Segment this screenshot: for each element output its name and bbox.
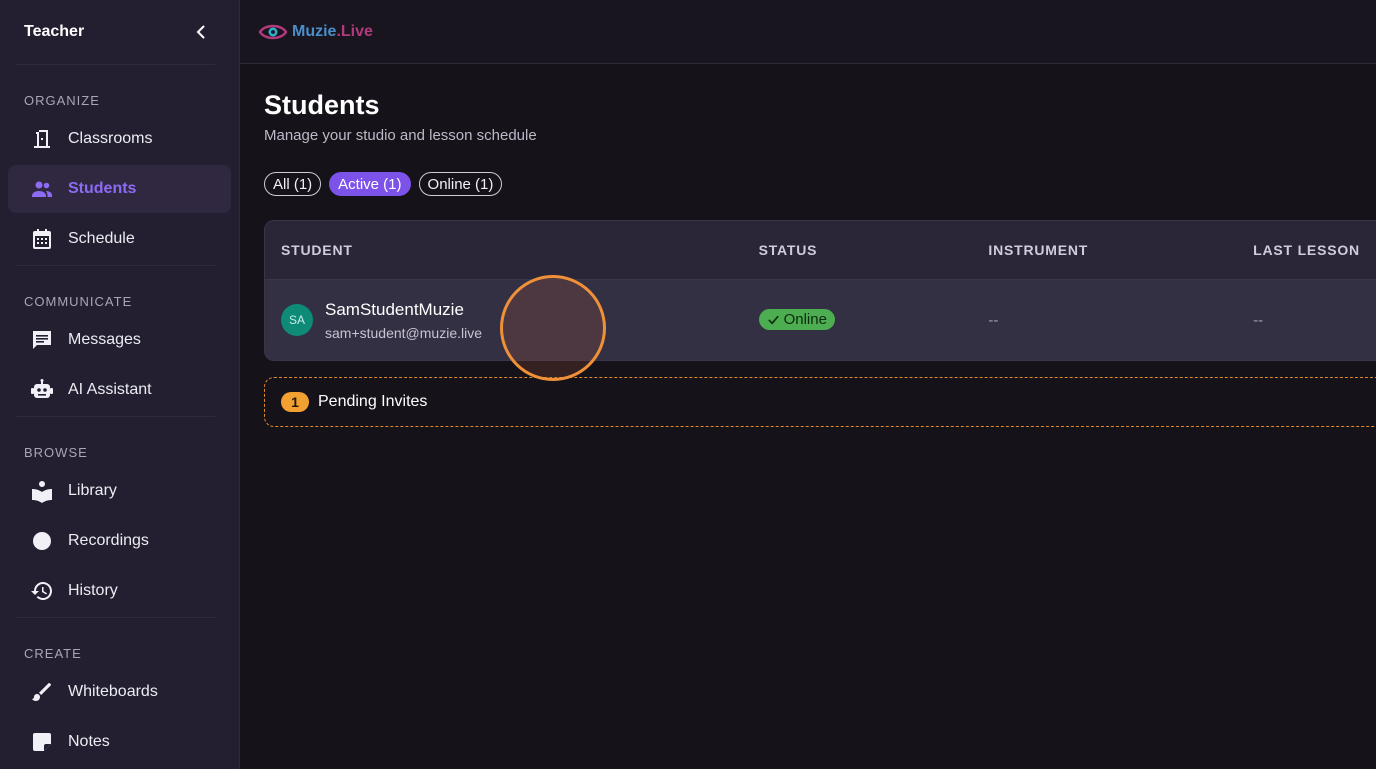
student-cell: SA SamStudentMuzie sam+student@muzie.liv…: [265, 300, 759, 341]
sidebar-item-label: Classrooms: [68, 130, 153, 147]
student-name: SamStudentMuzie: [325, 299, 464, 319]
sidebar-item-ai-assistant[interactable]: AI Assistant: [8, 366, 231, 414]
sidebar-item-label: Students: [68, 180, 137, 197]
brush-icon: [28, 680, 56, 704]
column-header-student[interactable]: STUDENT: [265, 242, 759, 258]
history-icon: [28, 579, 56, 603]
sidebar-item-schedule[interactable]: Schedule: [8, 215, 231, 263]
status-label: Online: [783, 311, 827, 328]
section-title-create: CREATE: [24, 646, 82, 661]
sidebar-item-label: Whiteboards: [68, 683, 158, 700]
instrument-cell: --: [988, 311, 999, 329]
filter-chip-active[interactable]: Active (1): [329, 172, 411, 196]
section-title-organize: ORGANIZE: [24, 93, 100, 108]
message-icon: [28, 328, 56, 352]
page-subtitle: Manage your studio and lesson schedule: [264, 127, 537, 144]
sidebar-item-label: History: [68, 582, 118, 599]
check-icon: [767, 315, 779, 325]
column-header-instrument[interactable]: INSTRUMENT: [988, 242, 1253, 258]
record-icon: [28, 529, 56, 553]
sidebar-item-recordings[interactable]: Recordings: [8, 517, 231, 565]
pending-count-badge: 1: [281, 392, 309, 412]
filter-chip-all[interactable]: All (1): [264, 172, 322, 196]
status-badge: Online: [758, 309, 835, 330]
note-icon: [28, 730, 56, 754]
book-icon: [28, 479, 56, 503]
main-content: Students Manage your studio and lesson s…: [264, 64, 1376, 427]
chevron-left-icon: [196, 25, 205, 39]
logo-text: Muzie.Live: [292, 22, 373, 40]
sidebar-item-classrooms[interactable]: Classrooms: [8, 115, 231, 163]
sidebar-item-students[interactable]: Students: [8, 165, 231, 213]
pending-invites-label: Pending Invites: [318, 393, 428, 410]
sidebar-item-label: Library: [68, 482, 117, 499]
top-bar: Muzie.Live: [240, 0, 1376, 64]
sidebar-item-label: Recordings: [68, 532, 149, 549]
table-header: STUDENT STATUS INSTRUMENT LAST LESSON: [265, 221, 1376, 280]
sidebar-title: Teacher: [24, 23, 85, 40]
avatar: SA: [281, 304, 313, 336]
sidebar-item-history[interactable]: History: [8, 567, 231, 615]
sidebar-item-label: Notes: [68, 733, 110, 750]
section-title-browse: BROWSE: [24, 445, 88, 460]
sidebar-item-label: Schedule: [68, 230, 135, 247]
student-email: sam+student@muzie.live: [325, 324, 483, 341]
eye-logo-icon: [258, 24, 288, 39]
calendar-icon: [28, 227, 56, 251]
last-lesson-cell: --: [1253, 311, 1264, 329]
status-cell: Online: [758, 309, 989, 331]
page-title: Students: [264, 90, 380, 120]
sidebar-item-label: Messages: [68, 331, 141, 348]
people-icon: [28, 177, 56, 201]
sidebar-item-whiteboards[interactable]: Whiteboards: [8, 668, 231, 716]
sidebar-item-library[interactable]: Library: [8, 467, 231, 515]
column-header-last-lesson[interactable]: LAST LESSON: [1253, 242, 1376, 258]
sidebar-header: Teacher: [0, 0, 239, 64]
student-info: SamStudentMuzie sam+student@muzie.live: [325, 300, 482, 341]
robot-icon: [28, 378, 56, 402]
section-title-communicate: COMMUNICATE: [24, 294, 133, 309]
sidebar: Teacher ORGANIZE Classrooms Students Sch…: [0, 0, 240, 769]
students-table: STUDENT STATUS INSTRUMENT LAST LESSON SA…: [264, 220, 1376, 361]
muzie-logo[interactable]: Muzie.Live: [258, 22, 373, 42]
column-header-status[interactable]: STATUS: [759, 242, 989, 258]
collapse-sidebar-button[interactable]: [191, 22, 211, 42]
pending-invites-panel[interactable]: 1 Pending Invites: [264, 377, 1376, 427]
sidebar-item-messages[interactable]: Messages: [8, 316, 231, 364]
sidebar-item-label: AI Assistant: [68, 381, 152, 398]
table-row[interactable]: SA SamStudentMuzie sam+student@muzie.liv…: [265, 280, 1376, 360]
filter-chips: All (1) Active (1) Online (1): [264, 172, 1376, 196]
filter-chip-online[interactable]: Online (1): [418, 172, 503, 196]
door-icon: [28, 127, 56, 151]
sidebar-item-notes[interactable]: Notes: [8, 718, 231, 766]
